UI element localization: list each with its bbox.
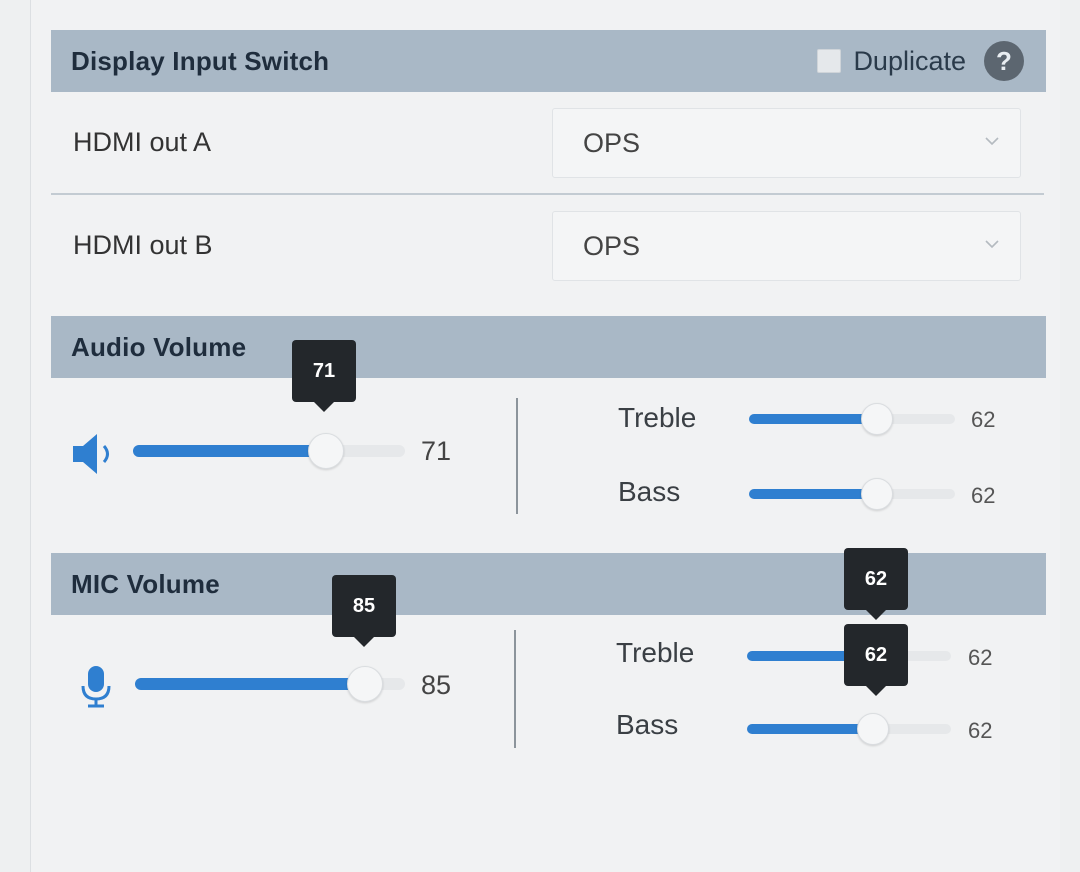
- audio-treble-slider[interactable]: [749, 399, 955, 439]
- audio-volume-header: Audio Volume: [51, 316, 1046, 378]
- speaker-icon[interactable]: [71, 432, 119, 476]
- mic-volume-slider[interactable]: [135, 664, 405, 704]
- mic-divider: [514, 630, 516, 748]
- slider-fill: [749, 489, 877, 499]
- display-input-switch-header: Display Input Switch Duplicate ?: [51, 30, 1046, 92]
- help-icon[interactable]: ?: [984, 41, 1024, 81]
- hdmi-out-b-select[interactable]: OPS: [552, 211, 1021, 281]
- slider-thumb[interactable]: [857, 713, 890, 745]
- hdmi-out-a-select[interactable]: OPS: [552, 108, 1021, 178]
- section-title: MIC Volume: [71, 568, 220, 599]
- mic-bass-tooltip: 62: [844, 624, 908, 696]
- mic-treble-tooltip: 62: [844, 548, 908, 620]
- mic-treble-value: 62: [968, 645, 993, 670]
- chevron-down-icon: [985, 137, 999, 146]
- row-divider: [51, 193, 1044, 195]
- mic-bass-value: 62: [968, 718, 993, 743]
- microphone-icon[interactable]: [79, 664, 113, 710]
- slider-thumb[interactable]: [346, 666, 383, 702]
- slider-fill: [747, 724, 874, 734]
- slider-thumb[interactable]: [860, 478, 893, 510]
- audio-volume-value: 71: [421, 436, 452, 466]
- hdmi-out-a-label: HDMI out A: [73, 127, 212, 157]
- audio-bass-label: Bass: [618, 476, 681, 507]
- hdmi-out-a-value: OPS: [583, 127, 641, 158]
- slider-thumb[interactable]: [860, 403, 893, 435]
- slider-thumb[interactable]: [308, 433, 345, 469]
- mic-volume-tooltip: 85: [332, 575, 396, 647]
- chevron-down-icon: [985, 240, 999, 249]
- duplicate-label: Duplicate: [853, 45, 966, 76]
- audio-bass-value: 62: [971, 483, 996, 508]
- slider-fill: [133, 445, 327, 457]
- duplicate-checkbox[interactable]: [817, 49, 842, 73]
- mic-volume-value: 85: [421, 670, 452, 700]
- mic-bass-slider[interactable]: [747, 709, 951, 749]
- duplicate-control: Duplicate ?: [817, 30, 1024, 92]
- audio-treble-value: 62: [971, 407, 996, 432]
- slider-fill: [749, 414, 877, 424]
- section-title: Display Input Switch: [71, 45, 330, 76]
- audio-divider: [516, 398, 518, 514]
- audio-bass-slider[interactable]: [749, 474, 955, 514]
- audio-volume-tooltip: 71: [292, 340, 356, 412]
- mic-treble-label: Treble: [616, 637, 695, 668]
- audio-volume-slider[interactable]: [133, 431, 405, 471]
- settings-panel: Display Input Switch Duplicate ? HDMI ou…: [30, 0, 1060, 872]
- audio-treble-label: Treble: [618, 402, 697, 433]
- slider-fill: [135, 678, 365, 690]
- mic-bass-label: Bass: [616, 709, 679, 740]
- section-title: Audio Volume: [71, 331, 247, 362]
- hdmi-out-b-label: HDMI out B: [73, 230, 213, 260]
- hdmi-out-b-value: OPS: [583, 230, 641, 261]
